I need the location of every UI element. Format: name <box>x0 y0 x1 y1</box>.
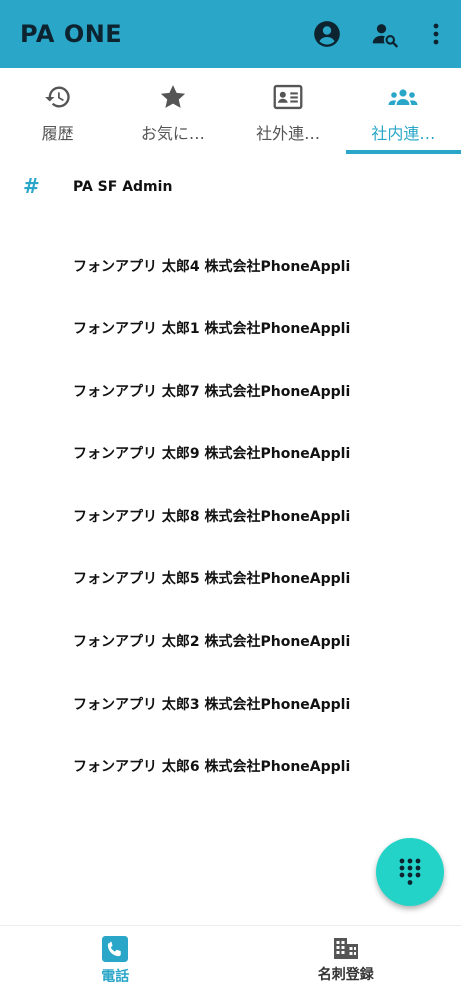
tab-external-contacts[interactable]: 社外連… <box>231 68 346 155</box>
tab-history-label: 履歴 <box>41 124 74 143</box>
nav-business-card-registration[interactable]: 名刺登録 <box>231 926 461 982</box>
contact-item[interactable]: フォンアプリ 太郎6 株式会社PhoneAppli <box>73 756 350 776</box>
section-index-symbol: # <box>23 174 40 198</box>
app-root: PA ONE 履歴 お気に… 社外連… 社内連… # PA SF Admin フ… <box>0 0 461 982</box>
tab-history[interactable]: 履歴 <box>0 68 115 155</box>
tab-external-contacts-label: 社外連… <box>256 124 321 143</box>
account-circle-icon[interactable] <box>311 18 343 50</box>
contact-item[interactable]: フォンアプリ 太郎8 株式会社PhoneAppli <box>73 506 350 526</box>
dialpad-icon <box>399 858 421 885</box>
group-icon <box>387 81 419 113</box>
dialpad-button[interactable] <box>376 838 444 906</box>
nav-phone-label: 電話 <box>101 969 130 982</box>
contact-item[interactable]: フォンアプリ 太郎1 株式会社PhoneAppli <box>73 318 350 338</box>
nav-business-card-registration-label: 名刺登録 <box>317 967 374 982</box>
contact-item[interactable]: フォンアプリ 太郎3 株式会社PhoneAppli <box>73 694 350 714</box>
nav-phone[interactable]: 電話 <box>0 926 231 982</box>
more-vert-icon[interactable] <box>420 18 452 50</box>
person-search-icon[interactable] <box>369 18 401 50</box>
contact-item[interactable]: フォンアプリ 太郎5 株式会社PhoneAppli <box>73 568 350 588</box>
bottom-navigation: 電話 名刺登録 <box>0 925 461 982</box>
app-bar: PA ONE <box>0 0 461 68</box>
contact-item[interactable]: フォンアプリ 太郎7 株式会社PhoneAppli <box>73 381 350 401</box>
business-icon <box>332 936 360 960</box>
contact-item[interactable]: フォンアプリ 太郎9 株式会社PhoneAppli <box>73 443 350 463</box>
tab-internal-contacts[interactable]: 社内連… <box>346 68 461 155</box>
contact-item[interactable]: フォンアプリ 太郎4 株式会社PhoneAppli <box>73 256 350 276</box>
tab-favorites-label: お気に… <box>140 124 205 143</box>
star-icon <box>157 81 189 113</box>
contact-item[interactable]: フォンアプリ 太郎2 株式会社PhoneAppli <box>73 631 350 651</box>
tab-internal-contacts-label: 社内連… <box>371 124 436 143</box>
contact-card-icon <box>272 81 304 113</box>
phone-icon <box>101 936 129 962</box>
contact-item[interactable]: PA SF Admin <box>73 179 172 195</box>
tab-favorites[interactable]: お気に… <box>115 68 230 155</box>
app-title: PA ONE <box>20 20 123 48</box>
active-tab-indicator <box>346 150 461 154</box>
history-icon <box>42 81 74 113</box>
tab-bar: 履歴 お気に… 社外連… 社内連… <box>0 68 461 155</box>
